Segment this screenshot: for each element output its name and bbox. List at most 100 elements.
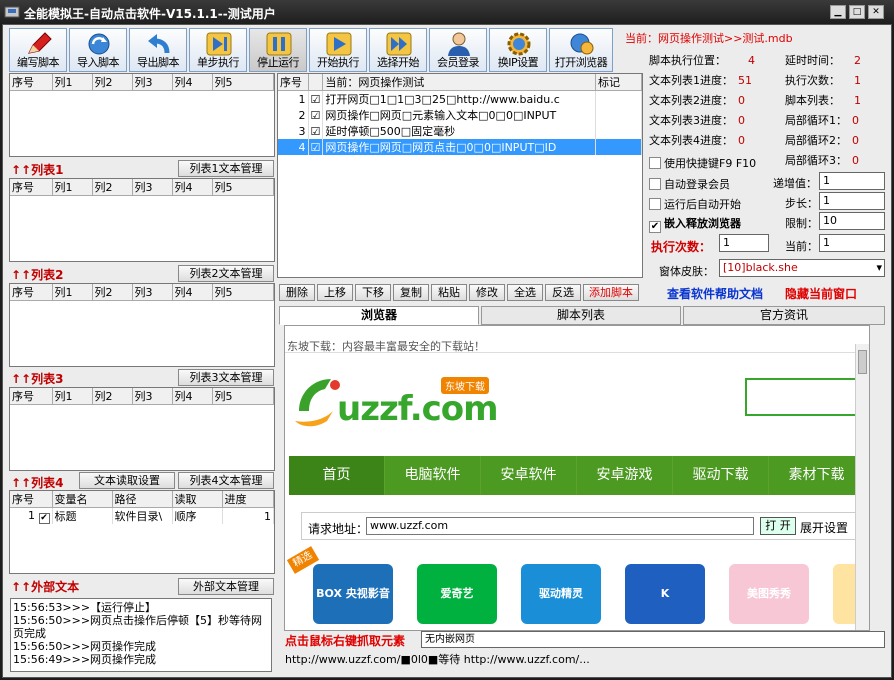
- open-url-button[interactable]: 打 开: [760, 517, 796, 535]
- limit-label: 限制：: [785, 217, 818, 230]
- text-list1-progress: 文本列表1进度： 51: [649, 74, 752, 87]
- paste-button[interactable]: 粘贴: [431, 284, 467, 301]
- import-script-button[interactable]: 导入脚本: [69, 28, 127, 72]
- increment-input[interactable]: 1: [819, 172, 885, 190]
- up-arrow-icon: ↑↑: [11, 268, 32, 282]
- change-ip-button[interactable]: 换IP设置: [489, 28, 547, 72]
- text-read-settings-button[interactable]: 文本读取设置: [79, 472, 175, 489]
- add-script-button[interactable]: 添加脚本: [583, 284, 639, 301]
- list3-grid[interactable]: 序号 列1 列2 列3 列4 列5: [9, 387, 275, 471]
- member-login-button[interactable]: 会员登录: [429, 28, 487, 72]
- list3-manage-button[interactable]: 列表3文本管理: [178, 369, 274, 386]
- write-script-button[interactable]: 编写脚本: [9, 28, 67, 72]
- app-tile[interactable]: BOX 央视影音: [313, 564, 393, 624]
- scrollbar-thumb[interactable]: [858, 350, 867, 374]
- export-script-button[interactable]: 导出脚本: [129, 28, 187, 72]
- minimize-button[interactable]: ▁: [830, 5, 846, 19]
- tab-official-news[interactable]: 官方资讯: [683, 306, 885, 325]
- move-up-button[interactable]: 上移: [317, 284, 353, 301]
- script-row[interactable]: 1 ☑ 打开网页□1□1□3□25□http://www.baidu.c: [278, 90, 642, 107]
- maximize-button[interactable]: □: [849, 5, 865, 19]
- title-bar: 全能模拟王-自动点击软件-V15.1.1--测试用户 ▁ □ ✕: [0, 0, 894, 24]
- skin-label: 窗体皮肤：: [659, 265, 714, 278]
- window-title: 全能模拟王-自动点击软件-V15.1.1--测试用户: [24, 7, 276, 21]
- list4-manage-button[interactable]: 列表4文本管理: [178, 472, 274, 489]
- select-all-button[interactable]: 全选: [507, 284, 543, 301]
- move-down-button[interactable]: 下移: [355, 284, 391, 301]
- featured-apps: 精选 BOX 央视影音 爱奇艺 驱动精灵 K 美图秀秀: [285, 546, 869, 630]
- log-output[interactable]: 15:56:53>>>【运行停止】 15:56:50>>>网页点击操作后停顿【5…: [10, 598, 272, 672]
- step-input[interactable]: 1: [819, 192, 885, 210]
- hide-window-link[interactable]: 隐藏当前窗口: [785, 285, 857, 302]
- stop-run-button[interactable]: 停止运行: [249, 28, 307, 72]
- auto-login-checkbox[interactable]: 自动登录会员: [649, 176, 730, 192]
- script-row[interactable]: 2 ☑ 网页操作□网页□元素输入文本□0□0□INPUT: [278, 107, 642, 123]
- list1-grid[interactable]: 序号 列1 列2 列3 列4 列5: [9, 178, 275, 262]
- app-tile[interactable]: 驱动精灵: [521, 564, 601, 624]
- modify-button[interactable]: 修改: [469, 284, 505, 301]
- list1-manage-button[interactable]: 列表1文本管理: [178, 160, 274, 177]
- status-bar: http://www.uzzf.com/■0l0■等待 http://www.u…: [285, 653, 590, 666]
- auto-start-checkbox[interactable]: 运行后自动开始: [649, 196, 741, 212]
- site-logo[interactable]: uzzf.com 东坡下载: [291, 371, 521, 441]
- script-row-selected[interactable]: 4 ☑ 网页操作□网页□网页点击□0□0□INPUT□ID: [278, 139, 642, 155]
- nav-android-software[interactable]: 安卓软件: [481, 456, 577, 495]
- nav-driver-download[interactable]: 驱动下载: [673, 456, 769, 495]
- tab-script-list[interactable]: 脚本列表: [481, 306, 681, 325]
- log-line: 15:56:49>>>网页操作完成: [13, 653, 157, 666]
- checkmark-icon[interactable]: ☑: [308, 107, 324, 123]
- nav-pc-software[interactable]: 电脑软件: [385, 456, 481, 495]
- expand-settings-button[interactable]: 展开设置: [800, 519, 848, 536]
- nav-material-download[interactable]: 素材下载: [769, 456, 865, 495]
- checkmark-icon[interactable]: ☑: [308, 90, 324, 107]
- scrollbar[interactable]: [855, 344, 869, 630]
- external-text-manage-button[interactable]: 外部文本管理: [178, 578, 274, 595]
- exec-position: 脚本执行位置： 4: [649, 54, 755, 67]
- app-tile[interactable]: 美图秀秀: [729, 564, 809, 624]
- tab-browser[interactable]: 浏览器: [279, 306, 479, 325]
- delete-button[interactable]: 删除: [279, 284, 315, 301]
- invert-select-button[interactable]: 反选: [545, 284, 581, 301]
- text-list2-progress: 文本列表2进度： 0: [649, 94, 745, 107]
- skin-select[interactable]: [10]black.she ▾: [719, 259, 885, 277]
- up-arrow-icon: ↑↑: [11, 476, 32, 490]
- log-line: 15:56:50>>>网页点击操作后停顿【5】秒等待网页完成: [13, 614, 263, 640]
- delay-time: 延时时间： 2: [785, 54, 861, 67]
- list2-manage-button[interactable]: 列表2文本管理: [178, 265, 274, 282]
- embedded-browser[interactable]: 东坡下载：内容最丰富最安全的下载站！ uzzf.com 东坡下载 首页 电脑软件…: [284, 325, 870, 631]
- open-browser-button[interactable]: 打开浏览器: [549, 28, 613, 72]
- checkmark-icon[interactable]: ☑: [308, 123, 324, 139]
- current-input[interactable]: 1: [819, 234, 885, 252]
- nav-home[interactable]: 首页: [289, 456, 385, 495]
- nav-android-games[interactable]: 安卓游戏: [577, 456, 673, 495]
- app-tile[interactable]: 爱奇艺: [417, 564, 497, 624]
- help-link[interactable]: 查看软件帮助文档: [667, 285, 763, 302]
- script-row[interactable]: 3 ☑ 延时停顿□500□固定毫秒: [278, 123, 642, 139]
- url-input[interactable]: www.uzzf.com: [366, 517, 754, 535]
- list2-grid[interactable]: 序号 列1 列2 列3 列4 列5: [9, 283, 275, 367]
- checkbox-box: [649, 178, 661, 190]
- script-table[interactable]: 序号 当前：网页操作测试 标记 1 ☑ 打开网页□1□1□3□25□http:/…: [277, 73, 643, 278]
- embed-browser-checkbox[interactable]: ✔ 嵌入释放浏览器: [649, 215, 741, 233]
- hotkey-checkbox[interactable]: 使用快捷键F9 F10: [649, 155, 756, 171]
- checkmark-icon[interactable]: ✔: [38, 512, 50, 524]
- list4-grid[interactable]: 序号 变量名 路径 读取 进度 1 ✔ 标题 软件目录\ 顺序 1: [9, 490, 275, 574]
- limit-input[interactable]: 10: [819, 212, 885, 230]
- site-nav: 首页 电脑软件 安卓软件 安卓游戏 驱动下载 素材下载: [289, 456, 869, 495]
- start-execute-button[interactable]: 开始执行: [309, 28, 367, 72]
- table-row[interactable]: 1 ✔ 标题 软件目录\ 顺序 1: [10, 507, 274, 524]
- close-button[interactable]: ✕: [868, 5, 884, 19]
- checkmark-icon[interactable]: ☑: [308, 139, 324, 155]
- search-box[interactable]: [745, 378, 869, 416]
- current-script-path: 当前：网页操作测试>>测试.mdb: [625, 32, 793, 45]
- exec-times-label: 执行次数：: [651, 240, 712, 254]
- exec-times-input[interactable]: 1: [719, 234, 769, 252]
- select-start-button[interactable]: 选择开始: [369, 28, 427, 72]
- text-list4-progress: 文本列表4进度： 0: [649, 134, 745, 147]
- app-tile[interactable]: K: [625, 564, 705, 624]
- list-grid-top[interactable]: 序号 列1 列2 列3 列4 列5: [9, 73, 275, 157]
- element-capture-field[interactable]: 无内嵌网页: [421, 631, 885, 648]
- step-execute-button[interactable]: 单步执行: [189, 28, 247, 72]
- request-label: 请求地址：: [308, 522, 369, 536]
- copy-button[interactable]: 复制: [393, 284, 429, 301]
